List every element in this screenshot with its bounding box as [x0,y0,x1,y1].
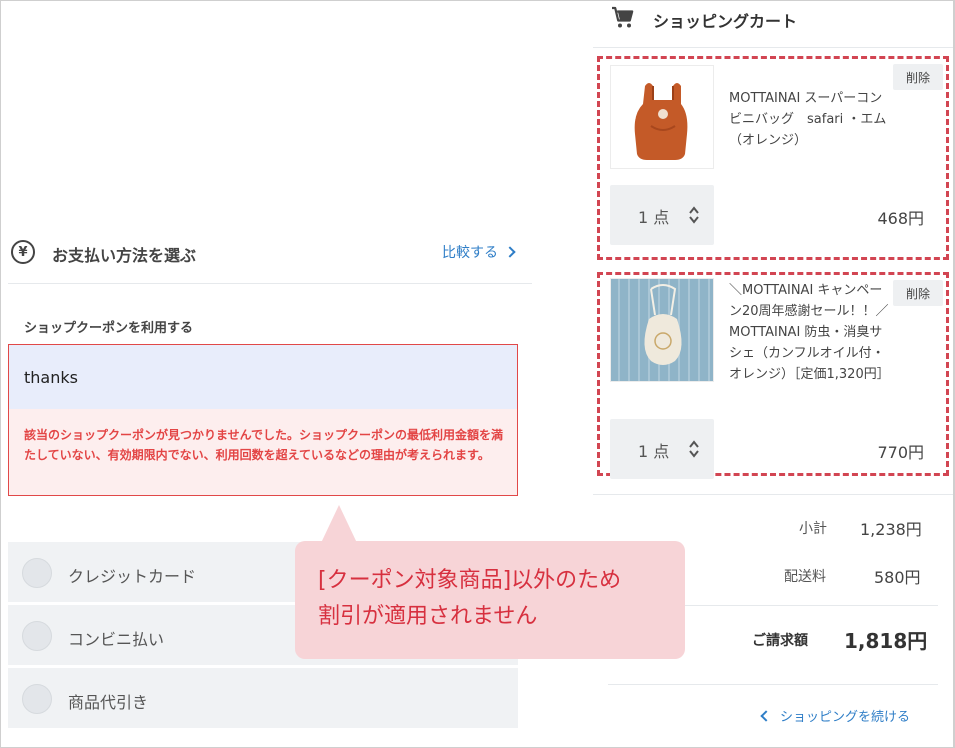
coupon-input[interactable] [9,345,517,409]
item-price: 770円 [877,443,924,462]
radio-button[interactable] [22,558,52,588]
total-label: ご請求額 [752,633,808,649]
continue-shopping-link[interactable]: ショッピングを続ける [760,706,911,725]
payment-header: ¥ お支払い方法を選ぶ 比較する [8,228,532,284]
radio-button[interactable] [22,621,52,651]
chevron-left-icon [760,710,772,722]
item-price: 468円 [877,209,924,228]
coupon-label: ショップクーポンを利用する [24,321,194,336]
divider [593,494,955,495]
compare-link[interactable]: 比較する [442,242,516,262]
payment-method-label: 商品代引き [68,693,149,712]
subtotal-label: 小計 [799,521,827,537]
callout-pointer [321,505,357,543]
quantity-select[interactable]: 1 点 [610,419,714,479]
cart-item-name[interactable]: MOTTAINAI スーパーコンビニバッグ safari ・エム （オレンジ） [729,88,889,151]
callout-text: [クーポン対象商品]以外のため 割引が適用されません [318,563,678,635]
product-image-orange-bag[interactable] [610,65,714,169]
shipping-label: 配送料 [784,569,826,585]
callout-line-2: 割引が適用されません [318,604,538,629]
product-image-sachet[interactable] [610,278,714,382]
up-down-arrows-icon [689,440,699,458]
continue-shopping-label: ショッピングを続ける [780,710,911,725]
quantity-value: 1 点 [638,208,670,227]
shipping-value: 580円 [874,568,921,587]
payment-method-cash-on-delivery[interactable]: 商品代引き [8,668,518,728]
up-down-arrows-icon [689,206,699,224]
divider [608,684,938,685]
total-value: 1,818円 [844,629,928,653]
yen-icon: ¥ [11,240,35,264]
chevron-right-icon [504,246,516,258]
quantity-value: 1 点 [638,442,670,461]
payment-method-label: クレジットカード [68,567,197,586]
delete-button[interactable]: 削除 [893,64,943,90]
radio-button[interactable] [22,684,52,714]
subtotal-value: 1,238円 [860,520,922,539]
payment-title: お支払い方法を選ぶ [52,246,197,265]
cart-item: ＼MOTTAINAI キャンペーン20周年感謝セール！！／MOTTAINAI 防… [597,272,949,479]
coupon-field-group: 該当のショップクーポンが見つかりませんでした。ショップクーポンの最低利用金額を満… [8,344,518,496]
callout-line-1: [クーポン対象商品]以外のため [318,568,622,593]
cart-item-name[interactable]: ＼MOTTAINAI キャンペーン20周年感謝セール！！／MOTTAINAI 防… [729,280,890,385]
cart-title: ショッピングカート [653,12,798,31]
cart-header: ショッピングカート [593,0,955,48]
coupon-error-message: 該当のショップクーポンが見つかりませんでした。ショップクーポンの最低利用金額を満… [24,428,504,462]
shopping-cart-icon [612,6,634,28]
delete-button[interactable]: 削除 [893,280,943,306]
compare-label: 比較する [442,245,498,261]
cart-item: MOTTAINAI スーパーコンビニバッグ safari ・エム （オレンジ） … [597,56,949,260]
quantity-select[interactable]: 1 点 [610,185,714,245]
payment-method-label: コンビニ払い [68,630,165,649]
